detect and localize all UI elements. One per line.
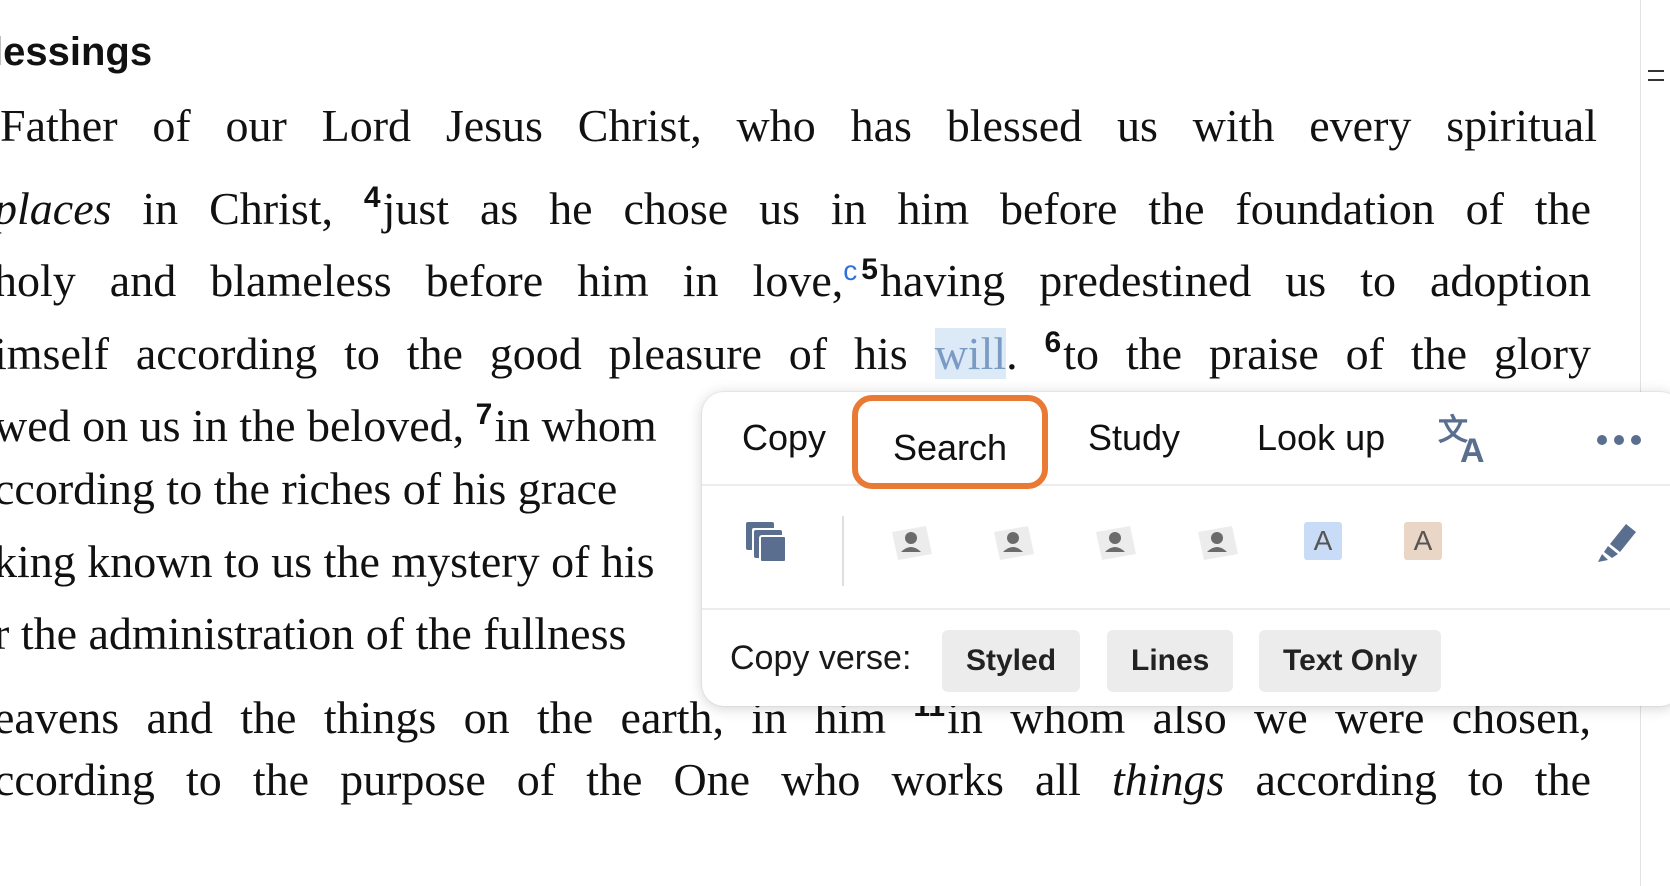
person-tag-icon[interactable]	[990, 522, 1036, 567]
passage-text-segment: holy and blameless before him in love,	[0, 255, 844, 306]
passage-line: places in Christ, 4just as he chose us i…	[0, 170, 1591, 237]
person-tag-icon[interactable]	[888, 522, 934, 567]
study-button[interactable]: Study	[1088, 392, 1180, 484]
popup-highlight-row: A A	[702, 486, 1670, 610]
passage-text-segment: ccording to the riches of his grace	[0, 463, 618, 514]
lines-button[interactable]: Lines	[1107, 630, 1234, 692]
highlight-tan-swatch[interactable]: A	[1404, 522, 1442, 560]
passage-text-segment: imself according to the good pleasure of…	[0, 328, 935, 379]
passage-text-segment: Father of our Lord Jesus Christ, who has…	[0, 100, 1597, 151]
styled-button[interactable]: Styled	[942, 630, 1081, 692]
more-icon[interactable]	[1592, 422, 1646, 452]
passage-text-segment: in whom	[494, 400, 657, 451]
passage-text-segment: .	[1006, 328, 1045, 379]
copy-verse-label: Copy verse:	[730, 639, 912, 677]
verse-number[interactable]: 5	[861, 253, 878, 286]
passage-text-segment: ccording to the purpose of the One who w…	[0, 754, 1112, 805]
passage-text-segment: wed on us in the beloved,	[0, 400, 476, 451]
selection-popup: Copy Search Study Look up 文 A A A Copy v…	[702, 392, 1670, 706]
passage-line: ccording to the purpose of the One who w…	[0, 752, 1591, 808]
copy-multiple-icon[interactable]	[744, 520, 788, 569]
selected-word[interactable]: will	[934, 328, 1007, 379]
passage-line: holy and blameless before him in love,c 5…	[0, 242, 1591, 309]
person-tag-icon[interactable]	[1092, 522, 1138, 567]
passage-text-segment: to the praise of the glory	[1063, 328, 1591, 379]
highlight-blue-swatch[interactable]: A	[1304, 522, 1342, 560]
popup-action-row: Copy Search Study Look up 文 A	[702, 392, 1670, 489]
passage-line: Father of our Lord Jesus Christ, who has…	[0, 98, 1597, 154]
passage-text-segment: according to the	[1224, 754, 1591, 805]
footnote-marker[interactable]: c	[843, 255, 857, 286]
copy-verse-row: Copy verse: Styled Lines Text Only	[702, 610, 1670, 706]
copy-button[interactable]: Copy	[742, 392, 826, 484]
passage-line: imself according to the good pleasure of…	[0, 315, 1591, 382]
person-tag-icon[interactable]	[1194, 522, 1240, 567]
verse-number[interactable]: 4	[364, 181, 381, 214]
italic-text: places	[0, 183, 112, 234]
passage-text-segment: just as he chose us in him before the fo…	[382, 183, 1591, 234]
highlighter-icon[interactable]	[1596, 520, 1640, 569]
italic-text: things	[1112, 754, 1225, 805]
section-heading: lessings	[0, 30, 153, 74]
translate-icon[interactable]: 文 A	[1436, 410, 1496, 470]
scroll-position-marker	[1648, 70, 1664, 81]
search-button[interactable]: Search	[852, 395, 1048, 489]
text-only-button[interactable]: Text Only	[1259, 630, 1442, 692]
verse-number[interactable]: 6	[1045, 326, 1062, 359]
verse-number[interactable]: 7	[476, 398, 493, 431]
divider	[842, 516, 844, 586]
look-up-button[interactable]: Look up	[1257, 392, 1385, 484]
passage-text-segment: having predestined us to adoption	[879, 255, 1591, 306]
passage-text-segment: in Christ,	[111, 183, 364, 234]
passage-text-segment: r the administration of the fullness	[0, 608, 627, 659]
passage-text-segment: king known to us the mystery of his	[0, 536, 655, 587]
svg-text:A: A	[1460, 432, 1485, 466]
